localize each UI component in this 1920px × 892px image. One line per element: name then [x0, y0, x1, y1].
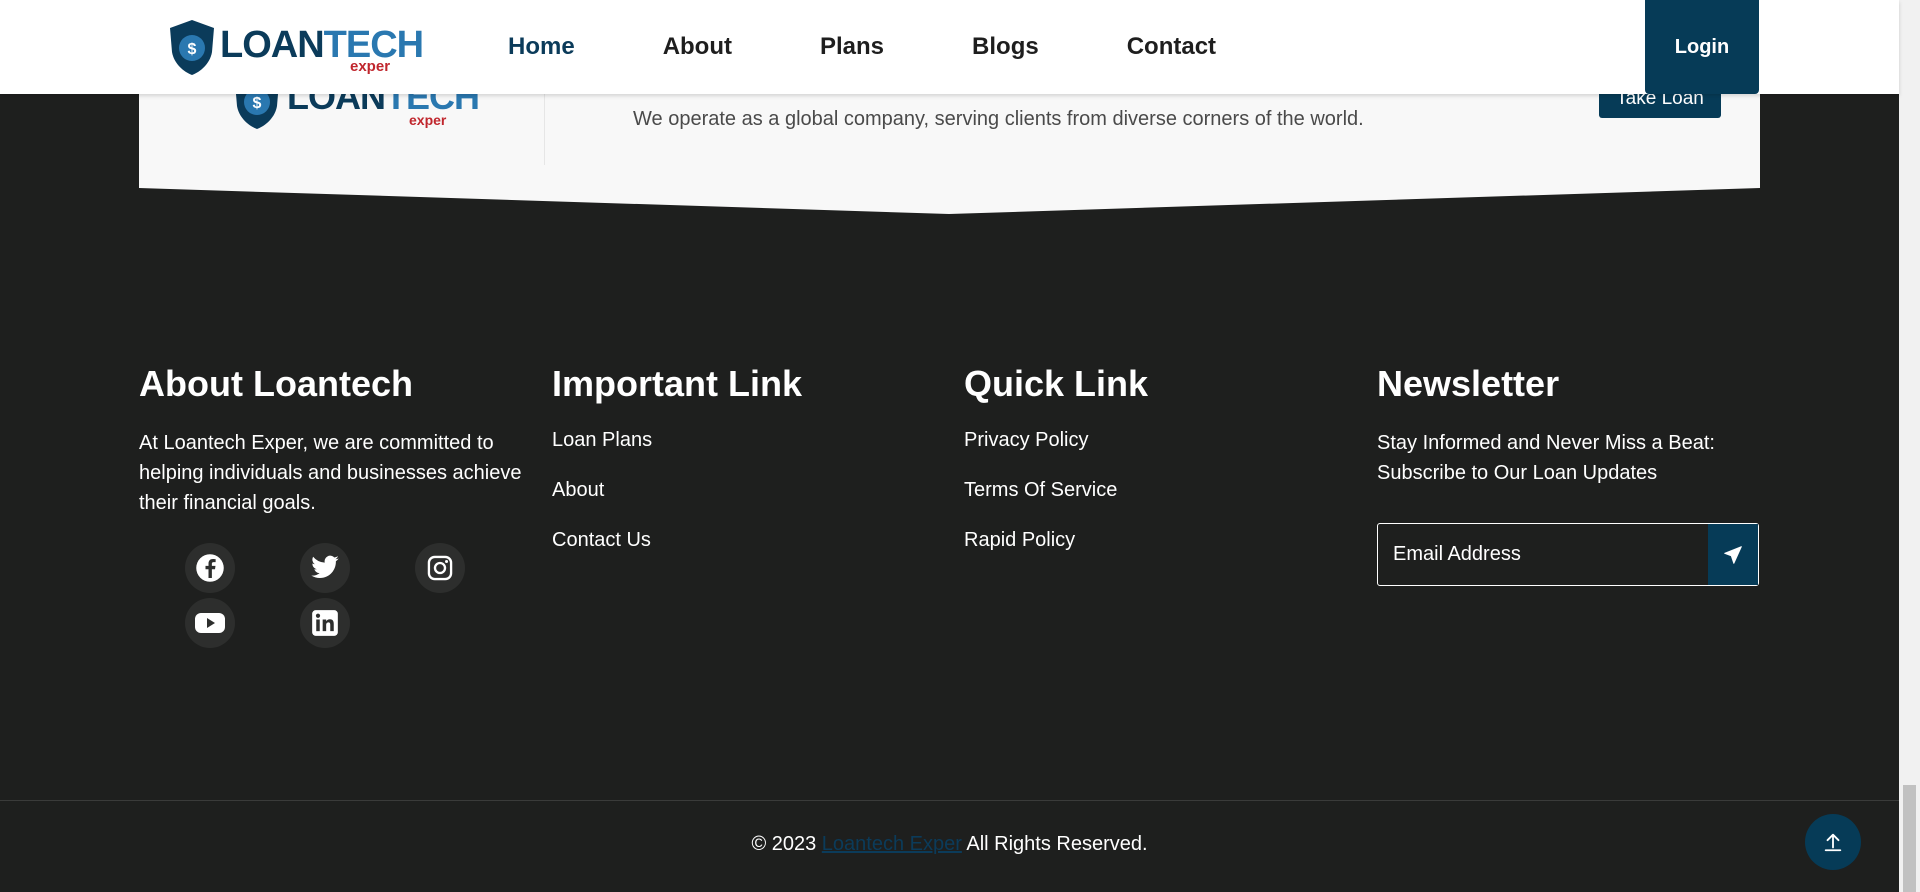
nav-about[interactable]: About [663, 33, 732, 61]
linkedin-icon[interactable] [300, 598, 350, 648]
footer-important-links: Important Link Loan Plans About Contact … [552, 362, 922, 578]
footer-about-text: At Loantech Exper, we are committed to h… [139, 432, 522, 514]
twitter-icon[interactable] [300, 543, 350, 593]
copyright-prefix: © 2023 [751, 833, 817, 855]
copyright-link[interactable]: Loantech Exper [822, 833, 962, 855]
instagram-icon[interactable] [415, 543, 465, 593]
nav-plans[interactable]: Plans [820, 33, 884, 61]
nav-blogs[interactable]: Blogs [972, 33, 1039, 61]
shield-logo-icon: $ [170, 20, 214, 75]
link-contact-us[interactable]: Contact Us [552, 528, 922, 553]
footer-newsletter-title: Newsletter [1377, 363, 1560, 404]
login-button[interactable]: Login [1645, 0, 1759, 94]
cta-logo-subtext: exper [409, 112, 447, 128]
back-to-top-button[interactable] [1805, 814, 1861, 870]
site-logo[interactable]: $ LOANTECH exper [164, 18, 424, 76]
copyright: © 2023 Loantech Exper All Rights Reserve… [0, 833, 1899, 856]
footer-newsletter-text: Stay Informed and Never Miss a Beat: Sub… [1377, 432, 1715, 484]
footer-important-title: Important Link [552, 363, 802, 404]
arrow-up-icon [1824, 833, 1842, 852]
link-privacy-policy[interactable]: Privacy Policy [964, 428, 1334, 453]
newsletter-form [1377, 523, 1759, 586]
send-button[interactable] [1708, 524, 1758, 585]
send-icon [1724, 545, 1742, 564]
quick-links-list: Privacy Policy Terms Of Service Rapid Po… [964, 428, 1334, 553]
email-input[interactable] [1378, 524, 1708, 585]
cta-divider [544, 90, 545, 165]
scrollbar-thumb[interactable] [1903, 785, 1916, 892]
logo-subtext: exper [350, 58, 391, 75]
logo-wordmark: LOANTECH [220, 24, 424, 66]
link-terms-of-service[interactable]: Terms Of Service [964, 478, 1334, 503]
footer-about-title: About Loantech [139, 363, 413, 404]
cta-text: We operate as a global company, serving … [633, 108, 1364, 130]
footer-quick-title: Quick Link [964, 363, 1149, 404]
footer-quick-links: Quick Link Privacy Policy Terms Of Servi… [964, 362, 1334, 578]
footer-about: About Loantech At Loantech Exper, we are… [139, 362, 529, 518]
youtube-icon[interactable] [185, 598, 235, 648]
top-navbar: $ LOANTECH exper Home About Plans Blogs … [0, 0, 1899, 94]
nav-home[interactable]: Home [508, 33, 575, 61]
svg-text:$: $ [188, 41, 197, 58]
link-rapid-policy[interactable]: Rapid Policy [964, 528, 1334, 553]
main-nav: Home About Plans Blogs Contact [508, 0, 1304, 94]
link-about[interactable]: About [552, 478, 922, 503]
copyright-suffix: All Rights Reserved. [966, 833, 1148, 855]
facebook-icon[interactable] [185, 543, 235, 593]
footer-divider [0, 800, 1899, 801]
important-links-list: Loan Plans About Contact Us [552, 428, 922, 553]
page-scrollbar[interactable] [1899, 0, 1920, 892]
link-loan-plans[interactable]: Loan Plans [552, 428, 922, 453]
footer-newsletter: Newsletter Stay Informed and Never Miss … [1377, 362, 1762, 488]
svg-text:$: $ [253, 95, 262, 112]
nav-contact[interactable]: Contact [1127, 33, 1216, 61]
